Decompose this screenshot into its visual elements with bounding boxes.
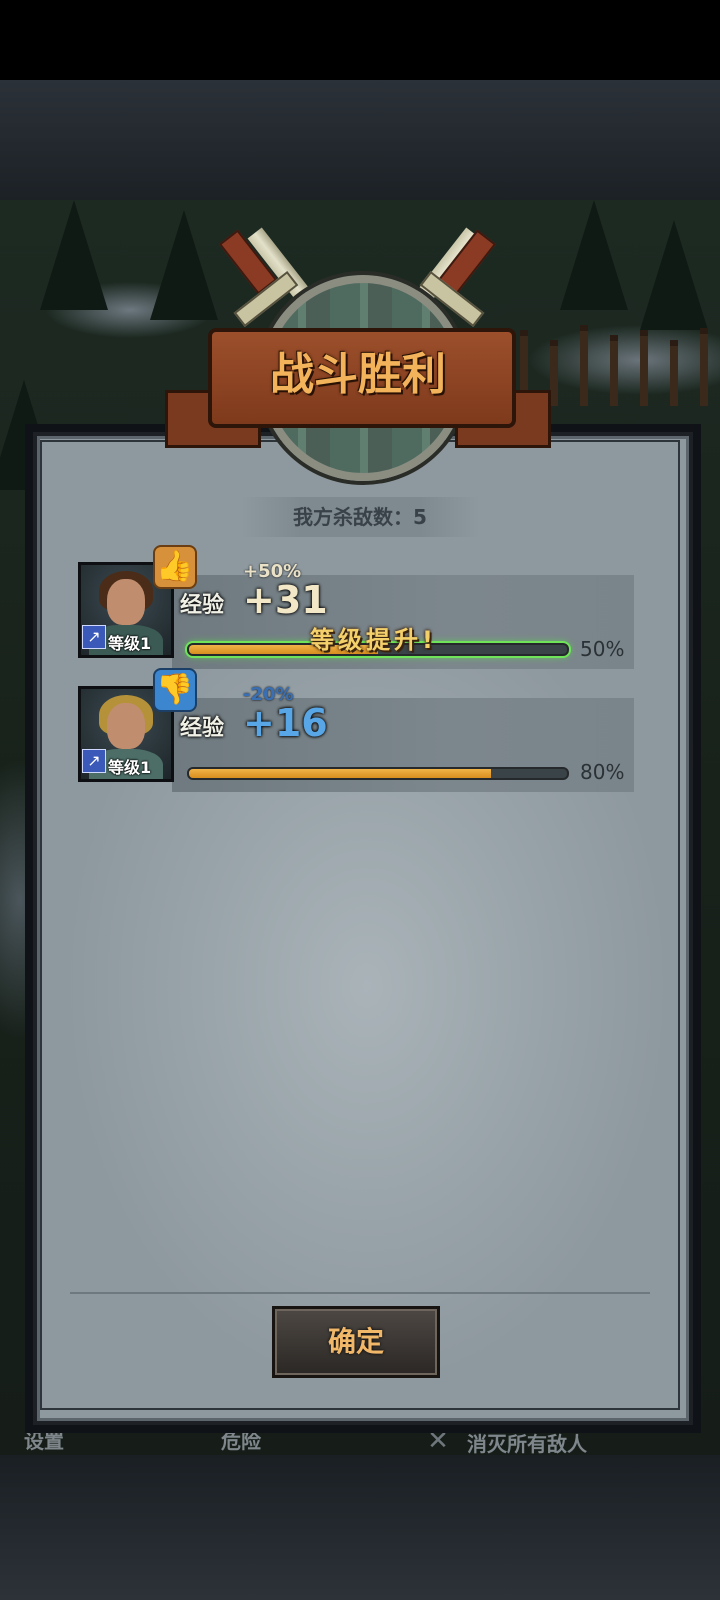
- exp-progress-fill-2: [189, 769, 492, 778]
- exp-gain-2: +16: [243, 701, 328, 745]
- danger-button[interactable]: 危险: [221, 1425, 261, 1454]
- exp-percent-1: 50%: [580, 637, 625, 661]
- exp-percent-2: 80%: [580, 760, 625, 784]
- page-title: 战斗胜利: [270, 349, 446, 400]
- confirm-button[interactable]: 确定: [272, 1306, 440, 1378]
- divider: [70, 1292, 650, 1294]
- tree-decoration: [640, 220, 708, 330]
- objective-text: 消灭所有敌人: [467, 1432, 587, 1456]
- hero-level-2: 等级1: [108, 758, 152, 777]
- exp-label-1: 经验: [180, 593, 225, 618]
- sword-class-icon: ↗: [82, 749, 106, 773]
- top-hud-band: [0, 80, 720, 200]
- tree-decoration: [560, 200, 628, 310]
- bottom-hud-band: [0, 1455, 720, 1600]
- status-bar-area: [0, 0, 720, 80]
- fence-post: [700, 328, 708, 406]
- thumbs-down-icon: 👎: [153, 668, 197, 712]
- fence-post: [670, 340, 678, 406]
- fence-post: [610, 335, 618, 406]
- tree-decoration: [40, 200, 108, 310]
- hero-level-1: 等级1: [108, 634, 152, 653]
- fence-post: [550, 340, 558, 406]
- exp-label-2: 经验: [180, 716, 225, 741]
- thumbs-up-icon: 👍: [153, 545, 197, 589]
- level-up-text: 等级提升!: [310, 626, 437, 654]
- fence-post: [580, 325, 588, 406]
- tree-decoration: [150, 210, 218, 320]
- crossed-swords-icon: ✕: [427, 1426, 449, 1456]
- exp-gain-1: +31: [243, 578, 328, 622]
- exp-progress-bar-2: [187, 767, 569, 780]
- sword-class-icon: ↗: [82, 625, 106, 649]
- settings-button[interactable]: 设置: [24, 1425, 64, 1454]
- fence-post: [640, 330, 648, 406]
- kill-count-text: 我方杀敌数：5: [240, 497, 480, 537]
